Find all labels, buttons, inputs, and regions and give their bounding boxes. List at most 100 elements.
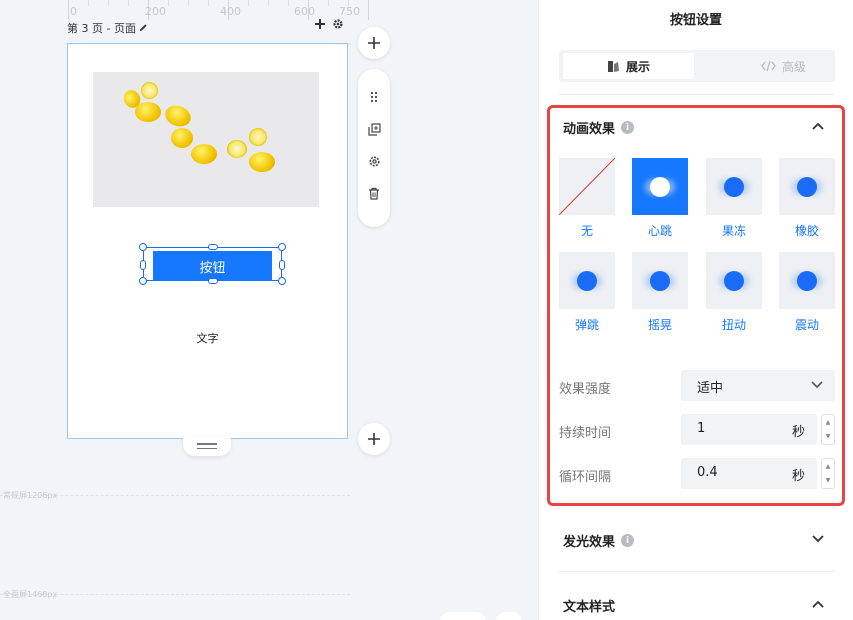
ruler-tick-label: 0 — [70, 5, 77, 18]
code-icon — [761, 60, 776, 72]
page-tools — [314, 18, 344, 34]
effect-twist-tile[interactable] — [706, 252, 762, 309]
tab-advanced[interactable]: 高级 — [718, 53, 849, 79]
lemon-image[interactable] — [93, 72, 319, 207]
effect-label: 心跳 — [647, 224, 672, 238]
phone-page-preview[interactable]: 按钮 文字 — [67, 43, 348, 456]
effect-shake-tile[interactable] — [779, 252, 835, 309]
resize-handle[interactable] — [278, 243, 286, 251]
intensity-label: 效果强度 — [559, 382, 612, 397]
effect-label: 果冻 — [721, 224, 746, 238]
interval-unit: 秒 — [791, 469, 805, 484]
effect-label: 无 — [580, 224, 593, 238]
panel-title: 按钮设置 — [669, 13, 722, 28]
settings-gear-icon[interactable] — [358, 155, 390, 172]
duration-value: 1 — [697, 421, 706, 436]
chevron-up-icon[interactable] — [810, 118, 826, 134]
step-down-icon[interactable]: ▼ — [826, 433, 831, 440]
ruler-tick-label: 750 — [339, 5, 360, 18]
selected-button-element[interactable]: 按钮 — [139, 243, 286, 285]
effect-preview-dot — [650, 177, 670, 197]
drag-handle-icon[interactable] — [358, 91, 390, 107]
plus-icon — [368, 37, 380, 49]
tab-display[interactable]: 展示 — [563, 53, 694, 79]
screen-guide-label: 全面屏1468px — [3, 590, 58, 599]
canvas-button[interactable]: 按钮 — [153, 251, 272, 281]
interval-stepper[interactable]: ▲ ▼ — [821, 458, 835, 489]
effect-jelly-tile[interactable] — [706, 158, 762, 215]
text-style-section-header[interactable]: 文本样式 — [563, 596, 615, 615]
resize-handle[interactable] — [208, 244, 218, 250]
interval-value: 0.4 — [697, 465, 718, 480]
page-resize-grip[interactable] — [183, 436, 231, 456]
ruler-tick-label: 600 — [294, 5, 315, 18]
interval-label: 循环间隔 — [559, 470, 612, 485]
element-toolbar — [358, 69, 390, 227]
horizontal-ruler: 0 200 400 600 750 — [68, 0, 369, 20]
effect-heartbeat-tile[interactable] — [632, 158, 688, 215]
animation-section-header[interactable]: 动画效果 i — [563, 118, 635, 137]
resize-handle[interactable] — [139, 243, 147, 251]
effect-preview-dot — [797, 271, 817, 291]
style-icon — [607, 60, 619, 72]
add-above-button[interactable] — [358, 27, 390, 59]
bottom-control[interactable] — [496, 612, 522, 620]
effect-preview-dot — [797, 177, 817, 197]
effect-none-tile[interactable] — [558, 157, 616, 216]
chevron-down-icon[interactable] — [810, 531, 826, 547]
intensity-select[interactable]: 适中 — [681, 370, 835, 401]
effect-sway-tile[interactable] — [632, 252, 688, 309]
glow-heading: 发光效果 — [563, 535, 616, 550]
resize-handle[interactable] — [279, 260, 285, 270]
none-slash-icon — [558, 157, 616, 216]
intensity-value: 适中 — [697, 381, 724, 396]
chevron-down-icon — [811, 378, 823, 393]
add-page-icon[interactable] — [314, 18, 326, 34]
screen-guide-label: 常规屏1206px — [3, 491, 58, 500]
effect-preview-dot — [724, 177, 744, 197]
ruler-tick-label: 200 — [145, 5, 166, 18]
page-settings-gear-icon[interactable] — [332, 18, 344, 34]
tab-advanced-label: 高级 — [781, 59, 806, 74]
tab-display-label: 展示 — [625, 59, 650, 74]
glow-section-header[interactable]: 发光效果 i — [563, 531, 635, 550]
panel-tabs: 展示 高级 — [559, 50, 835, 82]
effect-label: 震动 — [794, 318, 819, 332]
interval-input[interactable]: 0.4 秒 — [681, 458, 817, 489]
duration-label: 持续时间 — [559, 426, 612, 441]
canvas-text-element[interactable]: 文字 — [68, 330, 347, 346]
step-up-icon[interactable]: ▲ — [826, 463, 831, 470]
resize-handle[interactable] — [278, 277, 286, 285]
effect-bounce-tile[interactable] — [559, 252, 615, 309]
duration-stepper[interactable]: ▲ ▼ — [821, 414, 835, 445]
duration-unit: 秒 — [791, 425, 805, 440]
step-up-icon[interactable]: ▲ — [826, 419, 831, 426]
info-icon[interactable]: i — [621, 534, 635, 547]
effect-preview-dot — [577, 271, 597, 291]
settings-panel: 按钮设置 展示 高级 动画效果 i 无 心跳 果冻 橡胶 弹跳 摇晃 扭动 震动… — [538, 0, 853, 620]
text-style-heading: 文本样式 — [563, 600, 616, 615]
resize-handle[interactable] — [140, 260, 146, 270]
add-below-button[interactable] — [358, 423, 390, 455]
page-label[interactable]: 第 3 页 - 页面 — [67, 20, 148, 36]
page-name: 第 3 页 - 页面 — [67, 22, 136, 35]
divider — [559, 94, 835, 95]
effect-rubber-tile[interactable] — [779, 158, 835, 215]
bottom-control[interactable] — [440, 612, 486, 620]
duplicate-icon[interactable] — [358, 123, 390, 140]
effect-label: 弹跳 — [574, 318, 599, 332]
info-icon[interactable]: i — [621, 121, 635, 134]
resize-handle[interactable] — [208, 278, 218, 284]
step-down-icon[interactable]: ▼ — [826, 477, 831, 484]
effect-label: 橡胶 — [794, 224, 819, 238]
duration-input[interactable]: 1 秒 — [681, 414, 817, 445]
effect-label: 扭动 — [721, 318, 746, 332]
effect-preview-dot — [650, 271, 670, 291]
resize-handle[interactable] — [139, 277, 147, 285]
trash-icon[interactable] — [358, 187, 390, 204]
edit-pencil-icon[interactable] — [139, 22, 148, 35]
editor-canvas: 0 200 400 600 750 第 3 页 - 页面 按钮 文字 常规屏12… — [0, 0, 538, 620]
divider — [559, 571, 835, 572]
ruler-tick-label: 400 — [220, 5, 241, 18]
chevron-up-icon[interactable] — [810, 596, 826, 612]
